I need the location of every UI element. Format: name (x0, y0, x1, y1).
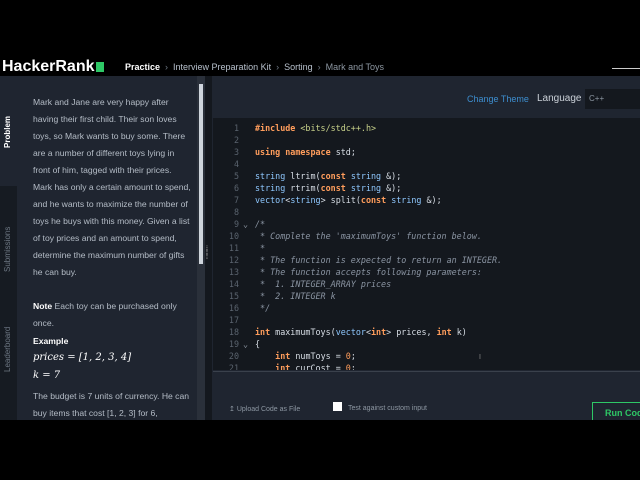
fold-chevron-icon[interactable]: ⌄ (243, 338, 248, 350)
upload-code-link[interactable]: ↥ Upload Code as File (229, 405, 300, 413)
code-text: */ (255, 303, 271, 313)
chevron-right-icon: › (276, 62, 280, 72)
tab-problem[interactable]: Problem (0, 76, 17, 186)
code-text: int numToys = 0; (275, 351, 356, 361)
change-theme-link[interactable]: Change Theme (467, 94, 529, 104)
line-number: 8 (233, 207, 239, 217)
line-number: 13 (228, 267, 239, 277)
editor-toolbar: Change Theme Language C++ (213, 86, 640, 114)
editor-footer: ↥ Upload Code as File Test against custo… (213, 370, 640, 420)
line-number: 3 (233, 147, 239, 157)
fold-chevron-icon[interactable]: ⌄ (243, 218, 248, 230)
line-number: 10 (228, 231, 239, 241)
breadcrumb-current: Mark and Toys (325, 62, 384, 72)
logo-square-icon (95, 61, 104, 72)
line-number: 18 (228, 327, 239, 337)
line-number: 4 (233, 159, 239, 169)
line-number: 9 (233, 219, 239, 229)
code-text: * 2. INTEGER k (255, 291, 336, 301)
upload-label: Upload Code as File (236, 406, 301, 413)
divider-line (213, 371, 640, 372)
breadcrumb-sorting[interactable]: Sorting (284, 62, 313, 72)
app-window: HackerRank Practice › Interview Preparatio… (0, 58, 640, 420)
code-text: vector<string> split(const string &); (255, 195, 442, 205)
code-text: * (255, 243, 266, 253)
line-number: 11 (228, 243, 239, 253)
code-editor[interactable]: 1 #include <bits/stdc++.h> 2 3 using namespa… (213, 118, 640, 370)
line-number: 14 (228, 279, 239, 289)
line-number: 21 (228, 363, 239, 370)
breadcrumb: Practice › Interview Preparation Kit › Sorti… (125, 58, 384, 76)
code-text: * Complete the 'maximumToys' function be… (255, 231, 482, 241)
tab-submissions[interactable]: Submissions (0, 186, 17, 296)
code-text: int curCost = 0; (275, 363, 356, 370)
code-text: using namespace std; (255, 147, 356, 157)
run-code-button[interactable]: Run Code (592, 402, 640, 420)
nav-search-box[interactable] (612, 58, 640, 69)
line-number: 7 (233, 195, 239, 205)
breadcrumb-interview-kit[interactable]: Interview Preparation Kit (173, 62, 271, 72)
chevron-right-icon: › (317, 62, 321, 72)
chevron-right-icon: › (165, 62, 169, 72)
line-number: 17 (228, 315, 239, 325)
problem-statement: Mark and Jane are very happy after havin… (17, 76, 197, 420)
code-text: int maximumToys(vector<int> prices, int … (255, 327, 467, 337)
problem-description: Mark and Jane are very happy after havin… (33, 97, 191, 277)
line-number: 19 (228, 339, 239, 349)
upload-icon: ↥ (229, 406, 235, 413)
line-number: 5 (233, 171, 239, 181)
code-text: string rtrim(const string &); (255, 183, 402, 193)
scrollbar-thumb[interactable] (199, 84, 203, 264)
note-text: Each toy can be purchased only once. (33, 301, 177, 328)
line-number: 1 (233, 123, 239, 133)
code-text: string ltrim(const string &); (255, 171, 402, 181)
code-text: { (255, 339, 261, 349)
line-number: 15 (228, 291, 239, 301)
line-number: 12 (228, 255, 239, 265)
drag-handle-icon[interactable]: ⁞ ⁞ ⁞ (206, 246, 210, 268)
code-text: * The function is expected to return an … (255, 255, 503, 265)
line-number: 16 (228, 303, 239, 313)
code-text: /* (255, 219, 266, 229)
prices-expression: prices = [1, 2, 3, 4] (33, 352, 132, 363)
problem-note: Note Each toy can be purchased only once… (33, 298, 191, 332)
code-text: * The function accepts following paramet… (255, 267, 482, 277)
language-label: Language (537, 93, 582, 104)
code-text: #include <bits/stdc++.h> (255, 123, 377, 133)
mouse-cursor-icon: I (479, 354, 481, 361)
line-number: 6 (233, 183, 239, 193)
top-navbar: HackerRank Practice › Interview Preparatio… (0, 58, 640, 76)
code-text: * 1. INTEGER_ARRAY prices (255, 279, 392, 289)
line-number: 20 (228, 351, 239, 361)
vertical-tabs: Problem Submissions Leaderboard (0, 76, 17, 420)
example-label: Example (33, 336, 69, 346)
budget-text: The budget is 7 units of currency. He ca… (33, 391, 190, 418)
line-number: 2 (233, 135, 239, 145)
hackerrank-logo[interactable]: HackerRank (2, 58, 104, 76)
logo-text: HackerRank (2, 58, 95, 75)
note-label: Note (33, 301, 53, 311)
language-select[interactable]: C++ (585, 89, 640, 109)
custom-input-label: Test against custom input (348, 405, 427, 412)
custom-input-checkbox[interactable] (333, 402, 342, 411)
breadcrumb-practice[interactable]: Practice (125, 62, 160, 72)
k-expression: k = 7 (33, 370, 61, 381)
tab-leaderboard[interactable]: Leaderboard (0, 296, 17, 406)
